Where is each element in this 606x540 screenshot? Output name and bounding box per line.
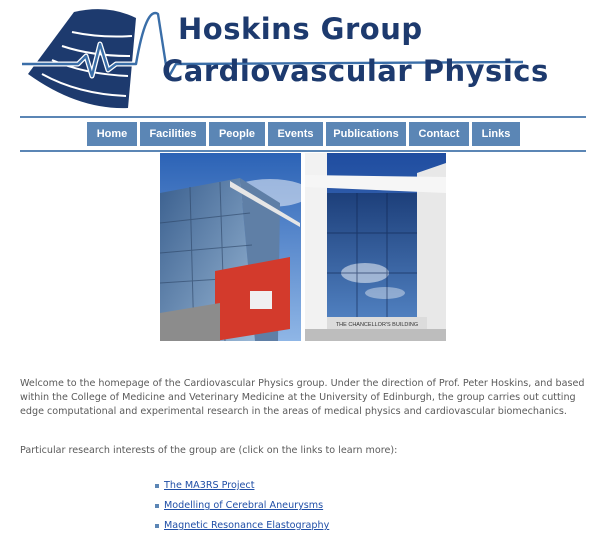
logo-subtitle: Cardiovascular Physics xyxy=(162,54,549,88)
nav-top-rule xyxy=(20,116,586,118)
link-cerebral-aneurysms[interactable]: Modelling of Cerebral Aneurysms xyxy=(164,500,323,511)
building-sign-text: THE CHANCELLOR'S BUILDING xyxy=(336,322,418,328)
list-item: Modelling of Cerebral Aneurysms xyxy=(155,499,329,519)
site-logo[interactable]: Hoskins Group Cardiovascular Physics xyxy=(18,4,548,112)
nav-publications[interactable]: Publications xyxy=(326,122,406,146)
nav-contact[interactable]: Contact xyxy=(409,122,469,146)
interests-heading: Particular research interests of the gro… xyxy=(20,444,398,456)
bullet-icon xyxy=(155,504,159,508)
main-nav: Home Facilities People Events Publicatio… xyxy=(87,122,520,146)
logo-title: Hoskins Group xyxy=(178,12,423,46)
bullet-icon xyxy=(155,524,159,528)
building-photo-left xyxy=(160,153,301,341)
nav-facilities[interactable]: Facilities xyxy=(140,122,206,146)
nav-links[interactable]: Links xyxy=(472,122,520,146)
nav-bottom-rule xyxy=(20,150,586,152)
nav-home[interactable]: Home xyxy=(87,122,137,146)
link-ma3rs-project[interactable]: The MA3RS Project xyxy=(164,480,254,491)
page: Hoskins Group Cardiovascular Physics Hom… xyxy=(0,0,606,540)
list-item: The MA3RS Project xyxy=(155,479,329,499)
nav-events[interactable]: Events xyxy=(268,122,323,146)
link-mr-elastography[interactable]: Magnetic Resonance Elastography xyxy=(164,520,329,531)
list-item: Magnetic Resonance Elastography xyxy=(155,519,329,539)
bullet-icon xyxy=(155,484,159,488)
intro-text: Welcome to the homepage of the Cardiovas… xyxy=(20,377,585,417)
research-links-list: The MA3RS Project Modelling of Cerebral … xyxy=(155,479,329,539)
building-photo-right: THE CHANCELLOR'S BUILDING xyxy=(305,153,446,341)
nav-people[interactable]: People xyxy=(209,122,265,146)
